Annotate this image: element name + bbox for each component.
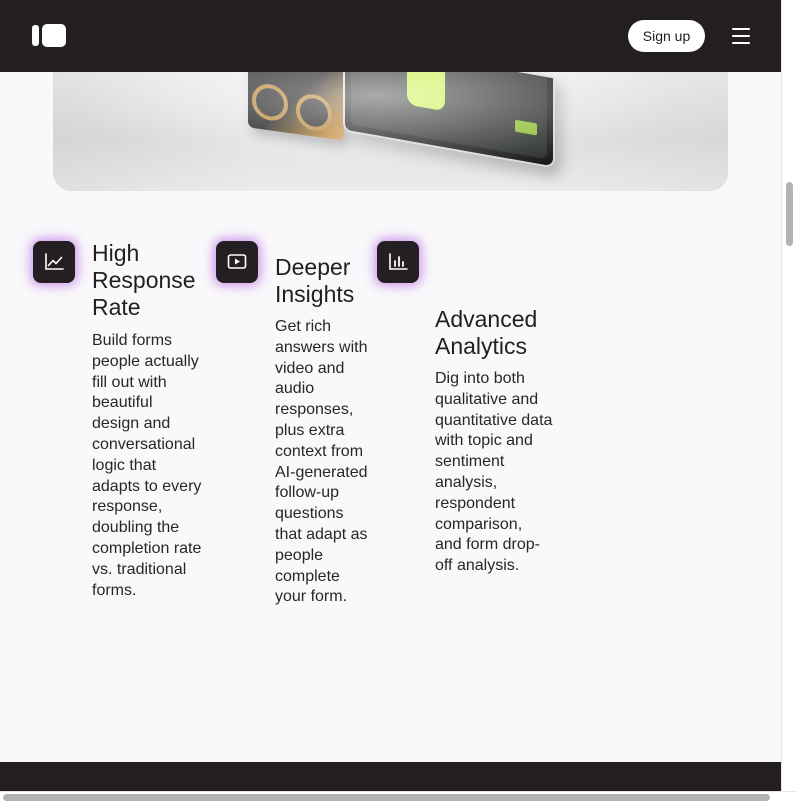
feature-title: Deeper Insights — [275, 254, 355, 307]
footer-section — [0, 762, 781, 791]
signup-button[interactable]: Sign up — [628, 20, 705, 52]
feature-description: Dig into both qualitative and quantitati… — [435, 370, 553, 575]
feature-description: Build forms people actually fill out wit… — [92, 332, 202, 599]
video-play-icon — [216, 241, 258, 283]
horizontal-scrollbar[interactable] — [0, 791, 796, 804]
bar-chart-icon — [377, 241, 419, 283]
page-viewport: High Response Rate Build forms people ac… — [0, 0, 781, 791]
line-chart-icon — [33, 241, 75, 283]
vertical-scrollbar-thumb[interactable] — [786, 182, 793, 246]
feature-description: Get rich answers with video and audio re… — [275, 318, 368, 606]
logo-icon[interactable] — [32, 24, 66, 47]
hamburger-menu-icon[interactable] — [732, 28, 750, 44]
feature-title: Advanced Analytics — [435, 306, 538, 359]
vertical-scrollbar[interactable] — [781, 0, 796, 791]
site-header: Sign up — [0, 0, 781, 72]
hero-product-image — [53, 72, 728, 191]
feature-title: High Response Rate — [92, 240, 196, 320]
horizontal-scrollbar-thumb[interactable] — [3, 794, 770, 801]
